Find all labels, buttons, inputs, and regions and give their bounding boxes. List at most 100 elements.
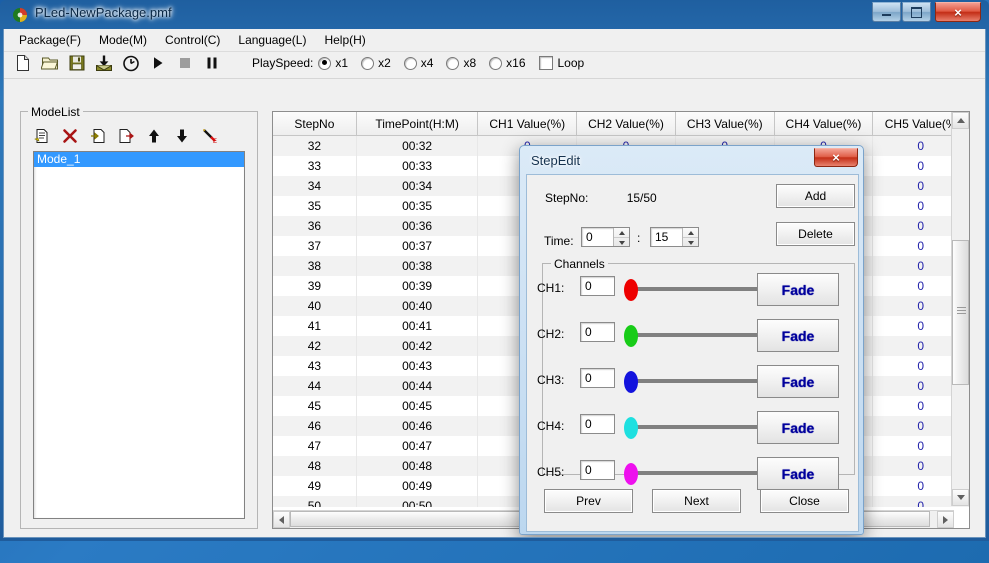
column-header-ch4[interactable]: CH4 Value(%): [774, 112, 874, 135]
menu-control[interactable]: Control(C): [156, 30, 229, 50]
slider-thumb-4[interactable]: [624, 417, 638, 439]
add-step-button[interactable]: Add: [776, 184, 855, 208]
hours-decrement-button[interactable]: [614, 238, 629, 247]
vertical-scroll-thumb[interactable]: [952, 240, 969, 385]
playspeed-option-x2[interactable]: x2: [361, 56, 391, 70]
delete-mode-icon[interactable]: [62, 128, 78, 144]
stepedit-dialog: StepEdit × StepNo: 15/50 Add Delete Time…: [519, 145, 864, 535]
checkbox-icon[interactable]: [538, 56, 553, 70]
cell-time: 00:34: [357, 176, 479, 196]
cell-step: 46: [273, 416, 357, 436]
minutes-spin-buttons[interactable]: [682, 228, 698, 246]
playspeed-option-x1[interactable]: x1: [318, 56, 348, 70]
download-icon[interactable]: [95, 54, 113, 72]
minutes-increment-button[interactable]: [683, 228, 698, 238]
close-dialog-button[interactable]: Close: [760, 489, 849, 513]
channel-row-1: CH1: 0 Fade: [527, 271, 840, 307]
menu-help[interactable]: Help(H): [315, 30, 374, 50]
scroll-up-button[interactable]: [952, 112, 969, 129]
next-step-button[interactable]: Next: [652, 489, 741, 513]
channel-value-input-3[interactable]: 0: [580, 368, 615, 388]
channel-slider-3[interactable]: [622, 371, 777, 393]
scroll-left-button[interactable]: [273, 511, 290, 528]
cell-time: 00:47: [357, 436, 479, 456]
play-icon[interactable]: [149, 54, 167, 72]
channel-value-input-5[interactable]: 0: [580, 460, 615, 480]
pause-icon[interactable]: [203, 54, 221, 72]
minutes-decrement-button[interactable]: [683, 238, 698, 247]
playspeed-x4-label: x4: [420, 56, 434, 70]
maximize-button[interactable]: [902, 2, 931, 22]
new-mode-icon[interactable]: [34, 128, 50, 144]
stop-icon[interactable]: [176, 54, 194, 72]
open-folder-icon[interactable]: [41, 54, 59, 72]
channel-slider-2[interactable]: [622, 325, 777, 347]
stepedit-close-button[interactable]: ×: [814, 148, 858, 167]
svg-text:E: E: [213, 139, 217, 144]
channel-value-input-4[interactable]: 0: [580, 414, 615, 434]
move-up-icon[interactable]: [146, 128, 162, 144]
table-vertical-scrollbar[interactable]: [951, 112, 969, 506]
slider-thumb-2[interactable]: [624, 325, 638, 347]
radio-icon[interactable]: [489, 56, 503, 70]
time-minutes-stepper[interactable]: 15: [650, 227, 699, 247]
minimize-button[interactable]: [872, 2, 901, 22]
wizard-icon[interactable]: E: [202, 128, 218, 144]
channel-value-input-2[interactable]: 0: [580, 322, 615, 342]
channel-slider-4[interactable]: [622, 417, 777, 439]
fade-button-2[interactable]: Fade: [757, 319, 839, 352]
channel-value-input-1[interactable]: 0: [580, 276, 615, 296]
column-header-timepoint[interactable]: TimePoint(H:M): [356, 112, 479, 135]
radio-icon[interactable]: [446, 56, 460, 70]
channel-row-2: CH2: 0 Fade: [527, 317, 840, 353]
stepedit-titlebar: StepEdit ×: [522, 148, 861, 175]
move-down-icon[interactable]: [174, 128, 190, 144]
fade-button-3[interactable]: Fade: [757, 365, 839, 398]
export-mode-icon[interactable]: [118, 128, 134, 144]
main-toolbar: PlaySpeed: x1 x2 x4 x8 x16 Loop: [4, 52, 985, 79]
slider-thumb-1[interactable]: [624, 279, 638, 301]
cell-time: 00:44: [357, 376, 479, 396]
hours-increment-button[interactable]: [614, 228, 629, 238]
radio-icon[interactable]: [403, 56, 417, 70]
radio-icon[interactable]: [361, 56, 375, 70]
fade-button-4[interactable]: Fade: [757, 411, 839, 444]
scroll-grip-icon: [957, 307, 966, 314]
playspeed-option-x16[interactable]: x16: [489, 56, 526, 70]
playspeed-option-x8[interactable]: x8: [446, 56, 476, 70]
scroll-right-button[interactable]: [937, 511, 954, 528]
column-header-ch3[interactable]: CH3 Value(%): [675, 112, 775, 135]
loop-checkbox[interactable]: Loop: [538, 56, 585, 70]
slider-thumb-5[interactable]: [624, 463, 638, 485]
menu-package[interactable]: Package(F): [10, 30, 90, 50]
scroll-down-button[interactable]: [952, 489, 969, 506]
column-header-ch1[interactable]: CH1 Value(%): [478, 112, 578, 135]
column-header-ch2[interactable]: CH2 Value(%): [577, 112, 676, 135]
column-header-stepno[interactable]: StepNo: [273, 112, 357, 135]
clock-icon[interactable]: [122, 54, 140, 72]
main-window: PLed-NewPackage.pmf × Package(F) Mode(M)…: [0, 0, 989, 541]
time-hours-stepper[interactable]: 0: [581, 227, 630, 247]
new-file-icon[interactable]: [14, 54, 32, 72]
fade-button-1[interactable]: Fade: [757, 273, 839, 306]
import-mode-icon[interactable]: [90, 128, 106, 144]
menu-language[interactable]: Language(L): [229, 30, 315, 50]
modelist-listbox[interactable]: Mode_1: [33, 151, 245, 519]
modelist-item-mode1[interactable]: Mode_1: [34, 152, 244, 167]
channels-caption: Channels: [551, 257, 608, 271]
playspeed-option-x4[interactable]: x4: [403, 56, 434, 70]
delete-step-button[interactable]: Delete: [776, 222, 855, 246]
cell-step: 50: [273, 496, 357, 507]
loop-label: Loop: [557, 56, 585, 70]
prev-step-button[interactable]: Prev: [544, 489, 633, 513]
slider-thumb-3[interactable]: [624, 371, 638, 393]
channel-slider-1[interactable]: [622, 279, 777, 301]
save-icon[interactable]: [68, 54, 86, 72]
channel-slider-5[interactable]: [622, 463, 777, 485]
fade-button-5[interactable]: Fade: [757, 457, 839, 490]
radio-icon[interactable]: [318, 56, 332, 70]
menu-mode[interactable]: Mode(M): [90, 30, 156, 50]
hours-spin-buttons[interactable]: [613, 228, 629, 246]
cell-step: 40: [273, 296, 357, 316]
close-window-button[interactable]: ×: [935, 2, 981, 22]
